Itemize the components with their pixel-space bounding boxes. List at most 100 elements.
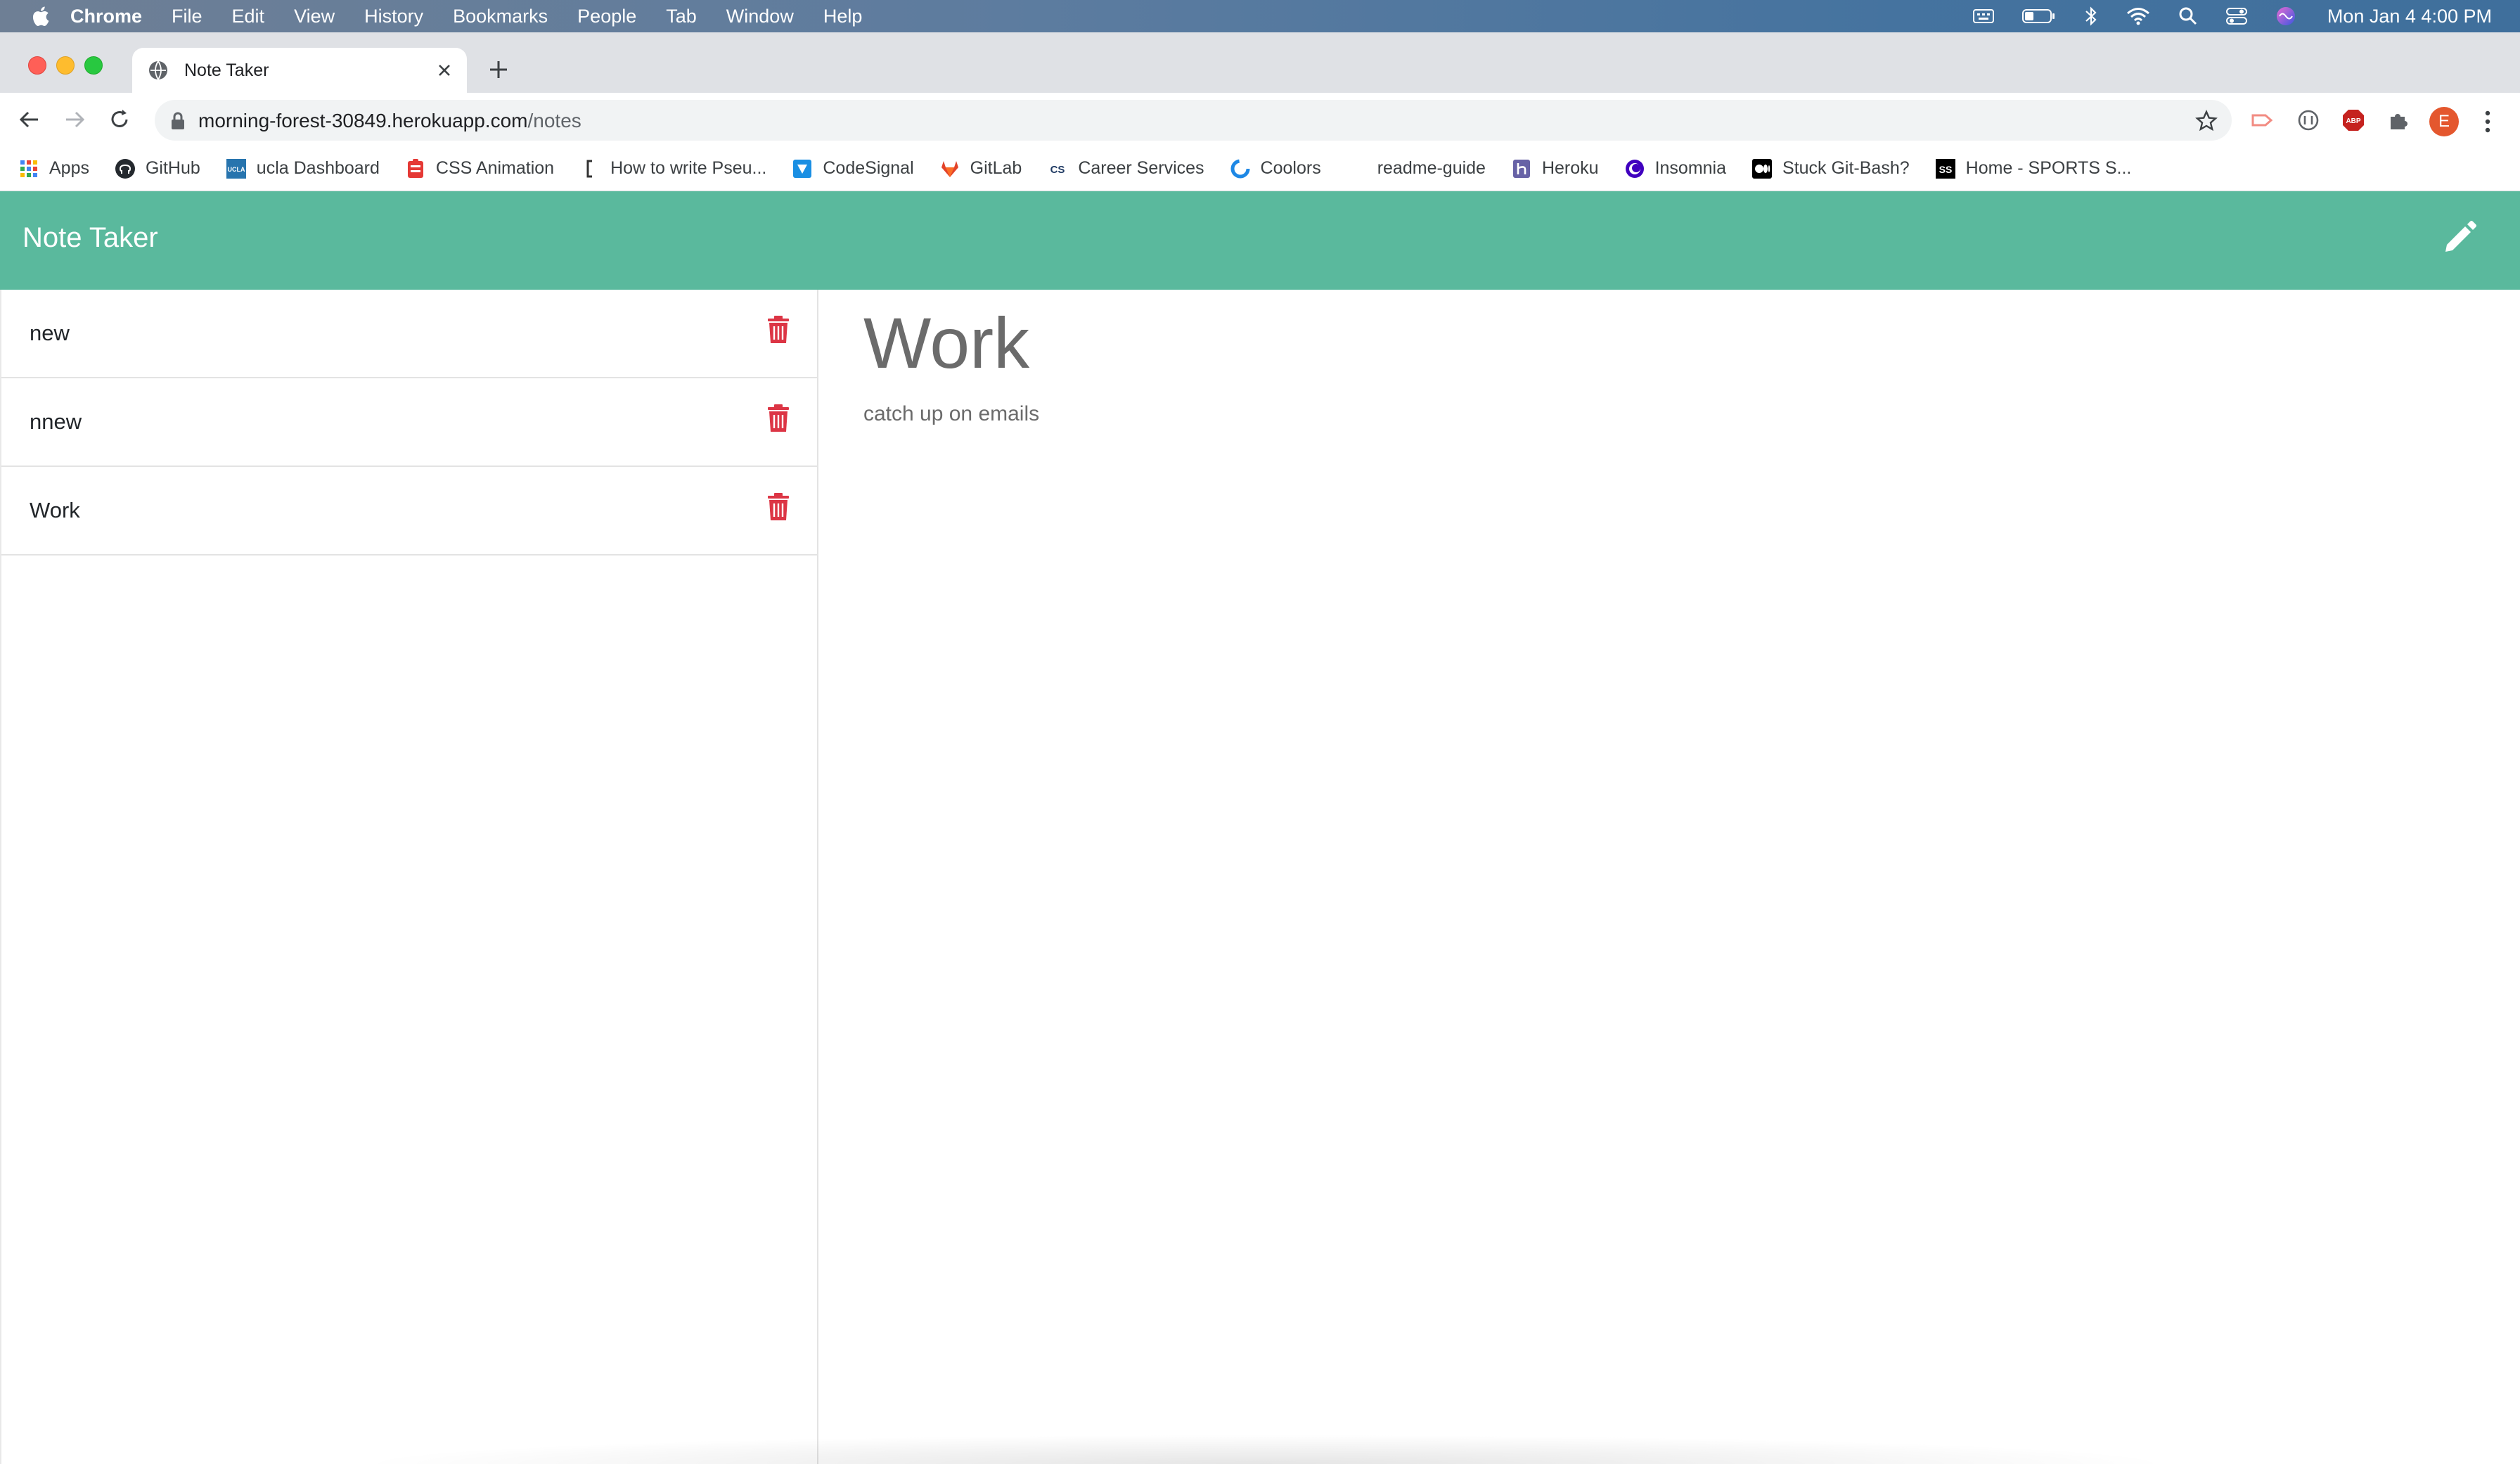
wifi-icon[interactable] xyxy=(2126,7,2150,25)
bookmark-label: ucla Dashboard xyxy=(256,158,380,178)
adblock-icon[interactable]: ABP xyxy=(2341,108,2365,132)
note-list-item[interactable]: nnew xyxy=(1,378,817,467)
battery-icon[interactable] xyxy=(2021,8,2056,25)
new-tab-plus-icon[interactable] xyxy=(487,58,510,82)
github-icon xyxy=(115,158,135,179)
menu-app-name[interactable]: Chrome xyxy=(70,6,142,27)
note-text-field[interactable]: catch up on emails xyxy=(863,402,1039,426)
apps-grid-icon xyxy=(20,160,37,177)
reload-icon[interactable] xyxy=(107,107,132,132)
trash-icon[interactable] xyxy=(766,404,790,433)
menu-bookmarks[interactable]: Bookmarks xyxy=(453,6,548,27)
lock-icon[interactable] xyxy=(170,112,186,130)
career-services-icon: CS xyxy=(1050,164,1065,176)
bookmark-label: CodeSignal xyxy=(823,158,914,178)
bookmark-apps[interactable]: Apps xyxy=(18,158,89,179)
bookmark-codesignal[interactable]: CodeSignal xyxy=(792,158,914,179)
trash-icon[interactable] xyxy=(766,492,790,522)
url-text[interactable]: morning-forest-30849.herokuapp.com/notes xyxy=(198,110,581,132)
siri-icon[interactable] xyxy=(2275,6,2296,27)
note-detail: Work catch up on emails xyxy=(820,290,2520,1464)
bookmark-css-animation[interactable]: CSS Animation xyxy=(405,158,554,179)
menu-view[interactable]: View xyxy=(294,6,335,27)
note-list-item-title: Work xyxy=(30,498,80,522)
note-title-field[interactable]: Work xyxy=(863,302,1029,385)
note-list-item-title: nnew xyxy=(30,409,82,434)
apple-logo-icon[interactable] xyxy=(30,5,51,27)
back-arrow-icon[interactable] xyxy=(17,107,42,132)
bookmark-sports[interactable]: SS Home - SPORTS S... xyxy=(1935,158,2132,179)
bookmark-career-services[interactable]: CS Career Services xyxy=(1047,158,1204,179)
address-bar[interactable]: morning-forest-30849.herokuapp.com/notes xyxy=(155,100,2232,141)
ucla-icon: UCLA xyxy=(226,158,246,179)
keyboard-input-icon[interactable] xyxy=(1972,8,1994,25)
extension-red-tag-icon[interactable] xyxy=(2250,108,2274,132)
bookmark-label: readme-guide xyxy=(1377,158,1486,178)
close-icon[interactable] xyxy=(435,60,454,80)
window-zoom-button[interactable] xyxy=(84,56,103,75)
bookmark-heroku[interactable]: Heroku xyxy=(1511,158,1599,179)
note-list-item-title: new xyxy=(30,321,70,345)
bookmark-star-icon[interactable] xyxy=(2195,110,2218,132)
bookmark-label: Career Services xyxy=(1078,158,1204,178)
bookmark-gitlab[interactable]: GitLab xyxy=(939,158,1022,179)
browser-tab-active[interactable]: Note Taker xyxy=(132,48,467,93)
bluetooth-icon[interactable] xyxy=(2084,6,2098,27)
bookmark-label: Stuck Git-Bash? xyxy=(1782,158,1910,178)
svg-text:ABP: ABP xyxy=(2346,117,2360,125)
trash-icon[interactable] xyxy=(766,315,790,345)
bookmark-label: How to write Pseu... xyxy=(610,158,767,178)
readme-icon xyxy=(1348,160,1365,177)
macos-menu-bar: Chrome File Edit View History Bookmarks … xyxy=(0,0,2520,32)
tab-title: Note Taker xyxy=(184,60,269,80)
svg-text:SS: SS xyxy=(1939,164,1952,175)
menu-window[interactable]: Window xyxy=(726,6,794,27)
bookmark-label: Insomnia xyxy=(1654,158,1727,178)
app-brand[interactable]: Note Taker xyxy=(22,222,158,254)
svg-text:CS: CS xyxy=(1050,164,1065,176)
more-vertical-icon[interactable] xyxy=(2482,108,2493,136)
insomnia-icon xyxy=(1625,159,1644,178)
bookmark-label: GitLab xyxy=(970,158,1022,178)
forward-arrow-icon[interactable] xyxy=(62,107,87,132)
bookmark-coolors[interactable]: Coolors xyxy=(1230,158,1321,179)
bookmarks-bar: Apps GitHub UCLA ucla Dashboard CSS Anim… xyxy=(0,146,2520,191)
extension-circle-icon[interactable] xyxy=(2296,108,2320,132)
menu-tab[interactable]: Tab xyxy=(666,6,697,27)
extensions-puzzle-icon[interactable] xyxy=(2386,108,2410,132)
bookmark-label: Home - SPORTS S... xyxy=(1965,158,2132,178)
css-animation-icon xyxy=(407,158,423,178)
menu-help[interactable]: Help xyxy=(823,6,863,27)
bookmark-pseudocode[interactable]: How to write Pseu... xyxy=(579,158,766,179)
bookmark-readme-guide[interactable]: readme-guide xyxy=(1346,158,1486,179)
bookmark-label: Apps xyxy=(49,158,89,178)
window-minimize-button[interactable] xyxy=(56,56,75,75)
bookmark-stuck-git-bash[interactable]: Stuck Git-Bash? xyxy=(1751,158,1910,179)
menu-file[interactable]: File xyxy=(172,6,202,27)
menu-edit[interactable]: Edit xyxy=(232,6,265,27)
app-navbar: Note Taker xyxy=(0,191,2520,290)
coolors-icon xyxy=(1230,159,1250,178)
url-host: morning-forest-30849.herokuapp.com xyxy=(198,110,528,131)
note-list-item[interactable]: new xyxy=(1,290,817,378)
note-list-item[interactable]: Work xyxy=(1,467,817,556)
menubar-clock[interactable]: Mon Jan 4 4:00 PM xyxy=(2327,6,2492,27)
window-bottom-shadow xyxy=(352,1434,2180,1464)
profile-avatar[interactable]: E xyxy=(2429,107,2459,136)
bookmark-label: Coolors xyxy=(1260,158,1321,178)
bracket-icon xyxy=(586,160,593,177)
bookmark-label: Heroku xyxy=(1541,158,1599,178)
control-center-icon[interactable] xyxy=(2225,7,2247,25)
bookmark-github[interactable]: GitHub xyxy=(115,158,200,179)
window-close-button[interactable] xyxy=(28,56,46,75)
menu-people[interactable]: People xyxy=(577,6,636,27)
browser-toolbar: morning-forest-30849.herokuapp.com/notes… xyxy=(0,93,2520,146)
bookmark-ucla-dashboard[interactable]: UCLA ucla Dashboard xyxy=(226,158,380,179)
pencil-icon[interactable] xyxy=(2438,217,2481,259)
spotlight-search-icon[interactable] xyxy=(2178,6,2198,26)
bookmark-insomnia[interactable]: Insomnia xyxy=(1624,158,1726,179)
browser-tab-strip: Note Taker xyxy=(0,32,2520,93)
svg-text:UCLA: UCLA xyxy=(227,166,245,173)
medium-icon xyxy=(1752,158,1773,179)
menu-history[interactable]: History xyxy=(364,6,423,27)
